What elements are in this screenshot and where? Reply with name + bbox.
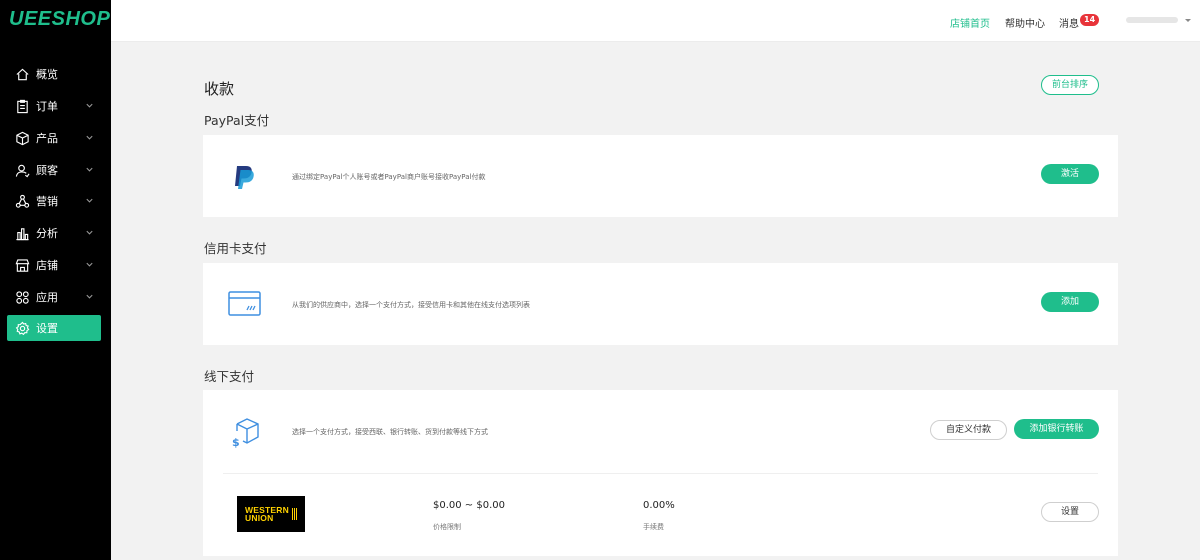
chevron-down-icon — [86, 198, 93, 203]
help-center-link[interactable]: 帮助中心 — [1005, 15, 1045, 30]
user-name-blurred[interactable] — [1126, 17, 1178, 23]
store-icon — [14, 257, 30, 273]
clipboard-icon — [14, 98, 30, 114]
messages-link[interactable]: 消息 — [1059, 15, 1079, 30]
western-union-settings-button[interactable]: 设置 — [1041, 502, 1099, 522]
divider — [223, 473, 1098, 474]
fee-value: 0.00% — [643, 500, 675, 511]
svg-text:$: $ — [232, 436, 240, 448]
sidebar-item-orders[interactable]: 订单 — [7, 93, 101, 119]
sidebar-item-apps[interactable]: 应用 — [7, 284, 101, 310]
price-range-value: $0.00 ~ $0.00 — [433, 500, 505, 511]
bar-chart-icon — [14, 225, 30, 241]
box-icon — [14, 130, 30, 146]
western-union-logo: WESTERN UNION — [237, 496, 305, 532]
user-icon — [14, 162, 30, 178]
ueeshop-logo[interactable]: UEESHOP — [9, 8, 110, 31]
chevron-down-icon — [86, 294, 93, 299]
add-credit-card-button[interactable]: 添加 — [1041, 292, 1099, 312]
offline-section-title: 线下支付 — [204, 369, 255, 384]
sidebar-item-products[interactable]: 产品 — [7, 125, 101, 151]
sidebar-item-label: 分析 — [36, 227, 58, 240]
credit-card-card: 从我们的供应商中，选择一个支付方式，接受信用卡和其他在线支付选项列表 添加 — [203, 263, 1118, 345]
credit-card-section-title: 信用卡支付 — [204, 241, 267, 256]
sidebar-item-label: 设置 — [36, 322, 58, 335]
custom-payment-button[interactable]: 自定义付款 — [930, 420, 1007, 440]
sidebar-item-label: 概览 — [36, 68, 58, 81]
sidebar-item-label: 店铺 — [36, 259, 58, 272]
sidebar-item-label: 产品 — [36, 132, 58, 145]
sidebar-item-overview[interactable]: 概览 — [7, 61, 101, 87]
top-bar: 店铺首页 帮助中心 消息 14 — [111, 0, 1200, 42]
chevron-down-icon — [86, 103, 93, 108]
chevron-down-icon — [86, 230, 93, 235]
sidebar: UEESHOP 概览 订单 产品 顾客 营销 分析 店铺 应用 设置 — [0, 0, 111, 560]
gear-icon — [14, 320, 30, 336]
home-icon — [14, 66, 30, 82]
sidebar-item-label: 顾客 — [36, 164, 58, 177]
paypal-description: 通过绑定PayPal个人账号或者PayPal商户账号接收PayPal付款 — [292, 173, 486, 181]
offline-card: $ 选择一个支付方式，接受西联、银行转账、货到付款等线下方式 自定义付款 添加银… — [203, 390, 1118, 556]
credit-card-description: 从我们的供应商中，选择一个支付方式，接受信用卡和其他在线支付选项列表 — [292, 301, 530, 309]
chevron-down-icon — [86, 167, 93, 172]
store-home-link[interactable]: 店铺首页 — [950, 15, 990, 30]
chevron-down-icon — [86, 135, 93, 140]
sidebar-item-customers[interactable]: 顾客 — [7, 157, 101, 183]
fee-label: 手续费 — [643, 523, 664, 531]
credit-card-icon — [228, 291, 261, 316]
sidebar-item-label: 应用 — [36, 291, 58, 304]
marketing-icon — [14, 193, 30, 209]
offline-description: 选择一个支付方式，接受西联、银行转账、货到付款等线下方式 — [292, 428, 488, 436]
sidebar-item-marketing[interactable]: 营销 — [7, 188, 101, 214]
message-count-badge: 14 — [1080, 14, 1100, 26]
sidebar-item-label: 营销 — [36, 195, 58, 208]
activate-paypal-button[interactable]: 激活 — [1041, 164, 1099, 184]
chevron-down-icon — [86, 262, 93, 267]
dollar-box-icon: $ — [232, 418, 259, 448]
sidebar-item-settings[interactable]: 设置 — [7, 315, 101, 341]
paypal-section-title: PayPal支付 — [204, 113, 270, 128]
sidebar-item-analytics[interactable]: 分析 — [7, 220, 101, 246]
add-bank-transfer-button[interactable]: 添加银行转账 — [1014, 419, 1099, 439]
page-title: 收款 — [204, 80, 235, 98]
apps-icon — [14, 289, 30, 305]
sidebar-item-label: 订单 — [36, 100, 58, 113]
paypal-card: 通过绑定PayPal个人账号或者PayPal商户账号接收PayPal付款 激活 — [203, 135, 1118, 217]
sidebar-item-store[interactable]: 店铺 — [7, 252, 101, 278]
caret-down-icon[interactable] — [1185, 19, 1191, 22]
frontend-sort-button[interactable]: 前台排序 — [1041, 75, 1099, 95]
price-range-label: 价格限制 — [433, 523, 461, 531]
paypal-logo-icon — [235, 166, 254, 189]
